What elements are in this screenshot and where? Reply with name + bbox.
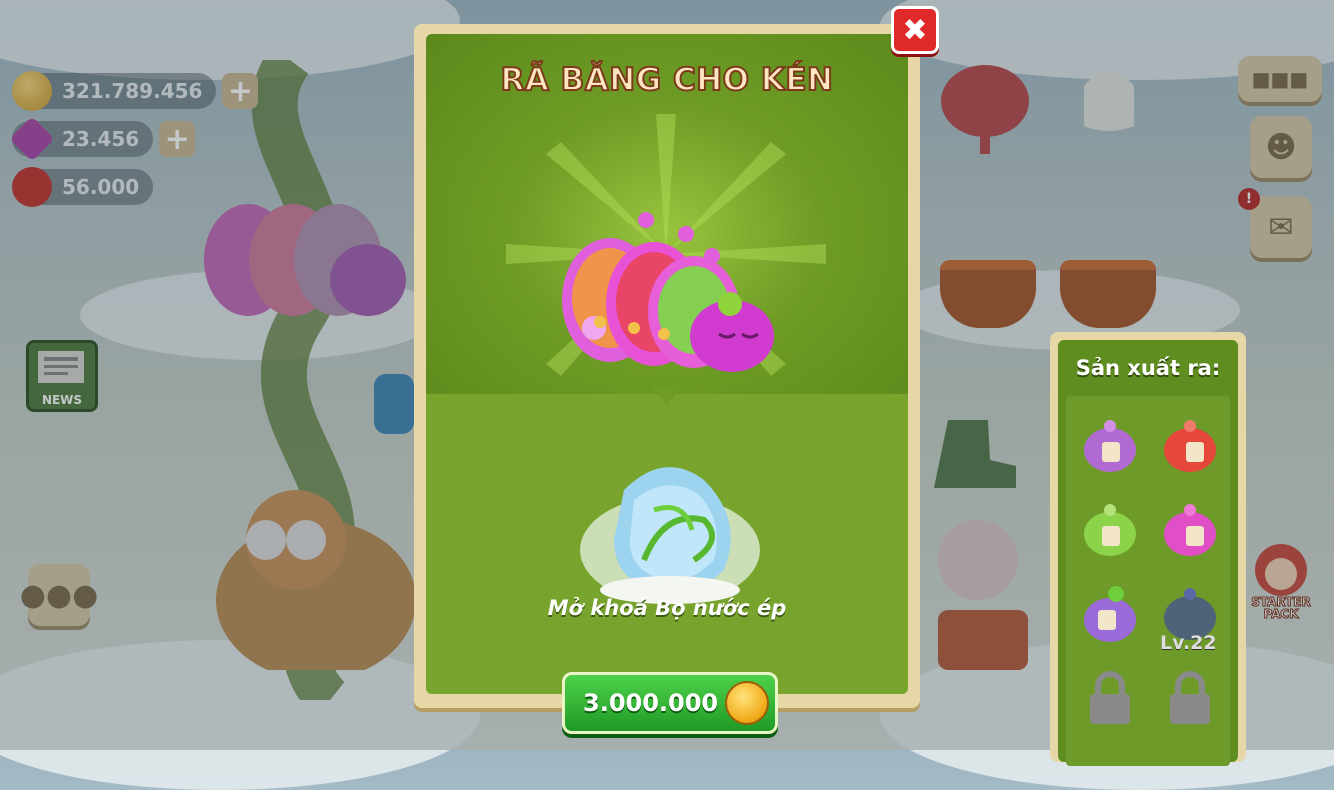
notification-badge-icon: ! [1238,188,1260,210]
produce-grid [1066,396,1230,766]
gem-icon [9,116,55,162]
gold-coin-icon [12,71,52,111]
add-gold-button[interactable]: + [222,73,259,109]
gems-resource: 23.456 + [9,116,196,162]
dialog-body: RÃ BĂNG CHO KÉN [426,34,908,694]
price-amount: 3.000.000 [583,689,719,717]
coin-icon [725,681,769,725]
add-gems-button[interactable]: + [159,121,196,157]
profile-button[interactable]: ☻ [1250,116,1312,178]
close-button[interactable]: ✖ [891,6,939,54]
news-label: NEWS [41,393,83,407]
gold-resource: 321.789.456 + [12,71,259,111]
avatar-icon: ☻ [1265,129,1297,165]
dialog-pointer-arrow [651,386,683,404]
close-icon: ✖ [902,12,928,48]
padlock-icon [1090,671,1130,724]
produce-panel-body: Sản xuất ra: [1058,340,1238,766]
hearts-pill: 56.000 [12,167,154,207]
news-button[interactable]: NEWS [26,340,98,412]
dialog-top-area: RÃ BĂNG CHO KÉN [426,34,908,394]
hearts-amount: 56.000 [62,175,140,199]
heart-icon [12,167,52,207]
buy-with-gold-button[interactable]: 3.000.000 [562,672,778,734]
purple-teapot-icon[interactable] [1076,412,1146,482]
dialog-title: RÃ BĂNG CHO KÉN [500,61,834,99]
level-requirement-label: Lv.22 [1160,632,1217,654]
side-tab-button[interactable] [374,374,414,434]
gold-pill: 321.789.456 [12,71,217,111]
gold-amount: 321.789.456 [62,79,203,103]
green-teapot-icon[interactable] [1076,496,1146,566]
sack-decoration [1084,71,1134,131]
envelope-icon: ✉ [1268,209,1294,245]
flower-pot [1060,260,1156,328]
lantern-decoration [941,65,1029,154]
frozen-cocoon-icon [580,467,760,604]
gems-pill: 23.456 [9,116,154,162]
flower-pot [940,260,1036,328]
dialog-bottom-area [426,394,908,694]
red-teapot-icon[interactable] [1156,412,1226,482]
boot-decoration [934,420,1016,488]
friends-button[interactable]: ■■■ [1238,56,1322,102]
friends-icon: ■■■ [1251,67,1309,91]
mail-button[interactable]: ✉ [1250,196,1312,258]
newspaper-icon [38,351,84,383]
hearts-resource: 56.000 [12,167,154,207]
produce-panel: Sản xuất ra: [1050,332,1246,766]
pink-teapot-icon[interactable] [1156,496,1226,566]
cotton-plant-decoration [938,520,1028,670]
gems-amount: 23.456 [62,127,140,151]
padlock-icon [1170,671,1210,724]
background-character [216,490,416,670]
juice-bug-caterpillar-icon [562,212,774,372]
starter-pack-character-icon [1255,544,1307,596]
background-caterpillar [204,204,406,316]
grape-teapot-icon[interactable] [1076,580,1146,650]
produce-title: Sản xuất ra: [1075,356,1221,380]
